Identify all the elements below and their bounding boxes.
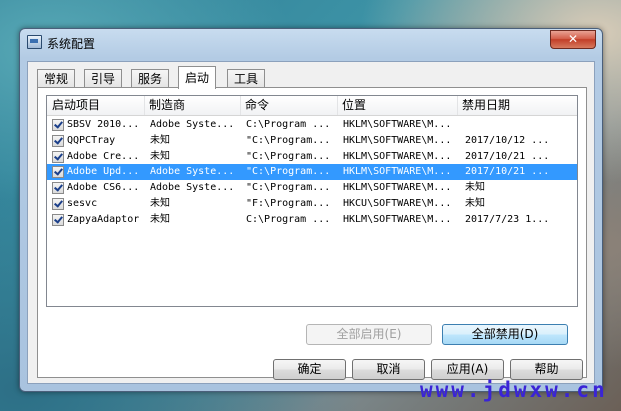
manufacturer-cell: 未知 xyxy=(150,197,170,209)
command-cell: C:\Program ... xyxy=(246,119,331,130)
startup-item-name: QQPCTray xyxy=(67,134,116,146)
manufacturer-cell: 未知 xyxy=(150,213,170,225)
startup-item-name: Adobe CS6... xyxy=(67,182,140,194)
location-cell: HKLM\SOFTWARE\M... xyxy=(343,119,452,130)
ok-button[interactable]: 确定 xyxy=(273,359,346,380)
manufacturer-cell: 未知 xyxy=(150,134,170,146)
startup-tab-panel: 启动项目 制造商 命令 位置 禁用日期 SBSV 2010... Adobe Sy… xyxy=(37,87,587,378)
startup-item-checkbox[interactable] xyxy=(52,166,64,179)
disable-all-button[interactable]: 全部禁用(D) xyxy=(442,324,568,345)
window-title: 系统配置 xyxy=(47,37,96,51)
column-header-startup-item[interactable]: 启动项目 xyxy=(47,96,145,115)
tab-startup[interactable]: 启动 xyxy=(178,66,217,89)
disabled-date-cell: 未知 xyxy=(465,182,485,194)
tab-boot[interactable]: 引导 xyxy=(84,69,123,88)
dialog-client-area: 常规 引导 服务 启动 工具 启动项目 制造商 命令 位置 禁用日期 SBSV … xyxy=(27,61,595,384)
disabled-date-cell: 2017/10/21 ... xyxy=(465,150,550,162)
msconfig-app-icon xyxy=(27,35,42,49)
column-header-manufacturer[interactable]: 制造商 xyxy=(144,96,241,115)
startup-item-checkbox[interactable] xyxy=(52,213,64,226)
location-cell: HKLM\SOFTWARE\M... xyxy=(343,150,452,162)
system-config-window: 系统配置 ✕ 常规 引导 服务 启动 工具 启动项目 制造商 命令 位置 禁用日… xyxy=(19,28,603,392)
help-button[interactable]: 帮助 xyxy=(510,359,583,380)
table-row[interactable]: Adobe Upd... Adobe Syste... "C:\Program...… xyxy=(47,164,577,181)
table-row[interactable]: QQPCTray 未知 "C:\Program... HKLM\SOFTWARE\M.… xyxy=(47,133,577,149)
tab-general[interactable]: 常规 xyxy=(37,69,76,88)
disabled-date-cell: 2017/7/23 1... xyxy=(465,213,550,225)
location-cell: HKLM\SOFTWARE\M... xyxy=(343,134,452,146)
manufacturer-cell: Adobe Syste... xyxy=(150,182,235,194)
disabled-date-cell: 2017/10/12 ... xyxy=(465,134,550,146)
startup-item-checkbox[interactable] xyxy=(52,197,64,210)
command-cell: "C:\Program... xyxy=(246,134,331,146)
table-row[interactable]: SBSV 2010... Adobe Syste... C:\Program ...… xyxy=(47,117,577,133)
table-row[interactable]: ZapyaAdaptor 未知 C:\Program ... HKLM\SOFTWAR… xyxy=(47,212,577,228)
column-header-location[interactable]: 位置 xyxy=(337,96,458,115)
tab-services[interactable]: 服务 xyxy=(131,69,170,88)
disabled-date-cell: 未知 xyxy=(465,197,485,209)
apply-button[interactable]: 应用(A) xyxy=(431,359,504,380)
startup-item-name: ZapyaAdaptor xyxy=(67,213,140,225)
startup-item-checkbox[interactable] xyxy=(52,134,64,147)
manufacturer-cell: 未知 xyxy=(150,150,170,162)
column-header-command[interactable]: 命令 xyxy=(240,96,338,115)
command-cell: "F:\Program... xyxy=(246,197,331,209)
startup-item-checkbox[interactable] xyxy=(52,182,64,195)
location-cell: HKLM\SOFTWARE\M... xyxy=(343,213,452,225)
location-cell: HKLM\SOFTWARE\M... xyxy=(343,166,452,178)
close-button[interactable]: ✕ xyxy=(550,30,596,49)
startup-item-name: Adobe Cre... xyxy=(67,150,140,162)
table-row[interactable]: sesvc 未知 "F:\Program... HKCU\SOFTWARE\M... 未… xyxy=(47,196,577,212)
watermark-text: www.jdwxw.cn xyxy=(420,378,608,402)
location-cell: HKLM\SOFTWARE\M... xyxy=(343,182,452,194)
startup-items-list[interactable]: 启动项目 制造商 命令 位置 禁用日期 SBSV 2010... Adobe Sy… xyxy=(46,95,578,307)
command-cell: "C:\Program... xyxy=(246,182,331,194)
location-cell: HKCU\SOFTWARE\M... xyxy=(343,197,452,209)
tab-tools[interactable]: 工具 xyxy=(227,69,266,88)
startup-item-checkbox[interactable] xyxy=(52,119,64,131)
list-rows: SBSV 2010... Adobe Syste... C:\Program ...… xyxy=(47,117,577,228)
list-header: 启动项目 制造商 命令 位置 禁用日期 xyxy=(47,96,577,116)
disabled-date-cell: 2017/10/21 ... xyxy=(465,166,550,178)
manufacturer-cell: Adobe Syste... xyxy=(150,119,235,130)
title-bar[interactable]: 系统配置 ✕ xyxy=(20,29,602,55)
startup-item-name: SBSV 2010... xyxy=(67,119,140,130)
startup-item-name: Adobe Upd... xyxy=(67,166,140,178)
command-cell: "C:\Program... xyxy=(246,150,331,162)
close-icon: ✕ xyxy=(567,32,579,46)
table-row[interactable]: Adobe CS6... Adobe Syste... "C:\Program...… xyxy=(47,180,577,196)
startup-item-checkbox[interactable] xyxy=(52,150,64,163)
command-cell: "C:\Program... xyxy=(246,166,331,178)
manufacturer-cell: Adobe Syste... xyxy=(150,166,235,178)
startup-item-name: sesvc xyxy=(67,197,98,209)
table-row[interactable]: Adobe Cre... 未知 "C:\Program... HKLM\SOFTWAR… xyxy=(47,149,577,165)
command-cell: C:\Program ... xyxy=(246,213,331,225)
cancel-button[interactable]: 取消 xyxy=(352,359,425,380)
column-header-disabled-date[interactable]: 禁用日期 xyxy=(457,96,577,115)
enable-all-button[interactable]: 全部启用(E) xyxy=(306,324,432,345)
